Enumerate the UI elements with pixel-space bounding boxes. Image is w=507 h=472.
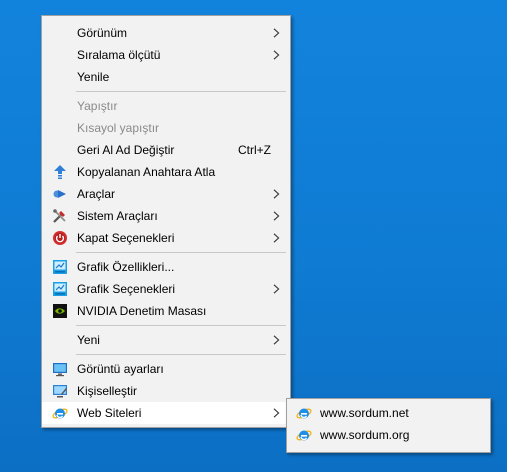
menu-separator [76, 354, 286, 355]
menu-separator [76, 252, 286, 253]
menu-item-label: Geri Al Ad Değiştir [77, 143, 175, 157]
menu-item-label: Kopyalanan Anahtara Atla [77, 165, 216, 179]
menu-separator [76, 91, 286, 92]
menu-item-label: Sıralama ölçütü [77, 48, 161, 62]
pin-icon [52, 164, 68, 180]
menu-item-label: Kapat Seçenekleri [77, 231, 175, 245]
display-icon [52, 361, 68, 377]
chevron-right-icon [273, 335, 280, 345]
submenu-item-label: www.sordum.org [320, 428, 410, 442]
menu-item-goruntu-ayarlari[interactable]: Görüntü ayarları [42, 358, 290, 380]
chevron-right-icon [273, 189, 280, 199]
menu-item-geri-al-ad-degistir[interactable]: Geri Al Ad Değiştir Ctrl+Z [42, 139, 290, 161]
submenu-item-www-sordum-org[interactable]: www.sordum.org [287, 424, 490, 446]
nvidia-icon [52, 303, 68, 319]
personalize-icon [52, 383, 68, 399]
menu-item-grafik-ozellikleri[interactable]: Grafik Özellikleri... [42, 256, 290, 278]
tools-arrow-icon [52, 186, 68, 202]
menu-item-kopyalanan-anahtara-atla[interactable]: Kopyalanan Anahtara Atla [42, 161, 290, 183]
menu-item-kisisellestir[interactable]: Kişiselleştir [42, 380, 290, 402]
menu-item-web-siteleri[interactable]: Web Siteleri [42, 402, 290, 424]
menu-item-label: Grafik Seçenekleri [77, 282, 176, 296]
chevron-right-icon [273, 28, 280, 38]
menu-item-araclar[interactable]: Araçlar [42, 183, 290, 205]
desktop-context-menu: Görünüm Sıralama ölçütü Yenile Yapıştır Kısa… [41, 15, 291, 428]
menu-item-siralama-olcutu[interactable]: Sıralama ölçütü [42, 44, 290, 66]
menu-item-yeni[interactable]: Yeni [42, 329, 290, 351]
menu-item-label: Araçlar [77, 187, 116, 201]
menu-item-kisayol-yapistir[interactable]: Kısayol yapıştır [42, 117, 290, 139]
menu-item-grafik-secenekleri[interactable]: Grafik Seçenekleri [42, 278, 290, 300]
system-tools-icon [52, 208, 68, 224]
menu-item-shortcut: Ctrl+Z [238, 143, 271, 157]
submenu-item-www-sordum-net[interactable]: www.sordum.net [287, 402, 490, 424]
menu-item-label: Grafik Özellikleri... [77, 260, 175, 274]
menu-item-label: Sistem Araçları [77, 209, 158, 223]
menu-item-label: Kişiselleştir [77, 384, 138, 398]
internet-explorer-icon [296, 405, 312, 421]
internet-explorer-icon [52, 405, 68, 421]
web-sites-submenu: www.sordum.net www.sordum.org [286, 398, 491, 453]
power-icon [52, 230, 68, 246]
intel-graphics-icon [52, 281, 68, 297]
menu-separator [76, 325, 286, 326]
intel-graphics-icon [52, 259, 68, 275]
chevron-right-icon [273, 408, 280, 418]
menu-item-nvidia-denetim-masasi[interactable]: NVIDIA Denetim Masası [42, 300, 290, 322]
menu-item-label: Web Siteleri [77, 406, 142, 420]
menu-item-yenile[interactable]: Yenile [42, 66, 290, 88]
menu-item-sistem-araclari[interactable]: Sistem Araçları [42, 205, 290, 227]
menu-item-gorunum[interactable]: Görünüm [42, 22, 290, 44]
chevron-right-icon [273, 284, 280, 294]
menu-item-label: Görünüm [77, 26, 128, 40]
menu-item-kapat-secenekleri[interactable]: Kapat Seçenekleri [42, 227, 290, 249]
menu-item-label: Yeni [77, 333, 100, 347]
chevron-right-icon [273, 233, 280, 243]
chevron-right-icon [273, 50, 280, 60]
menu-item-label: Kısayol yapıştır [77, 121, 160, 135]
menu-item-label: Görüntü ayarları [77, 362, 164, 376]
menu-item-label: Yapıştır [77, 99, 118, 113]
menu-item-label: Yenile [77, 70, 110, 84]
chevron-right-icon [273, 211, 280, 221]
submenu-item-label: www.sordum.net [320, 406, 409, 420]
internet-explorer-icon [296, 427, 312, 443]
menu-item-label: NVIDIA Denetim Masası [77, 304, 207, 318]
menu-item-yapistir[interactable]: Yapıştır [42, 95, 290, 117]
